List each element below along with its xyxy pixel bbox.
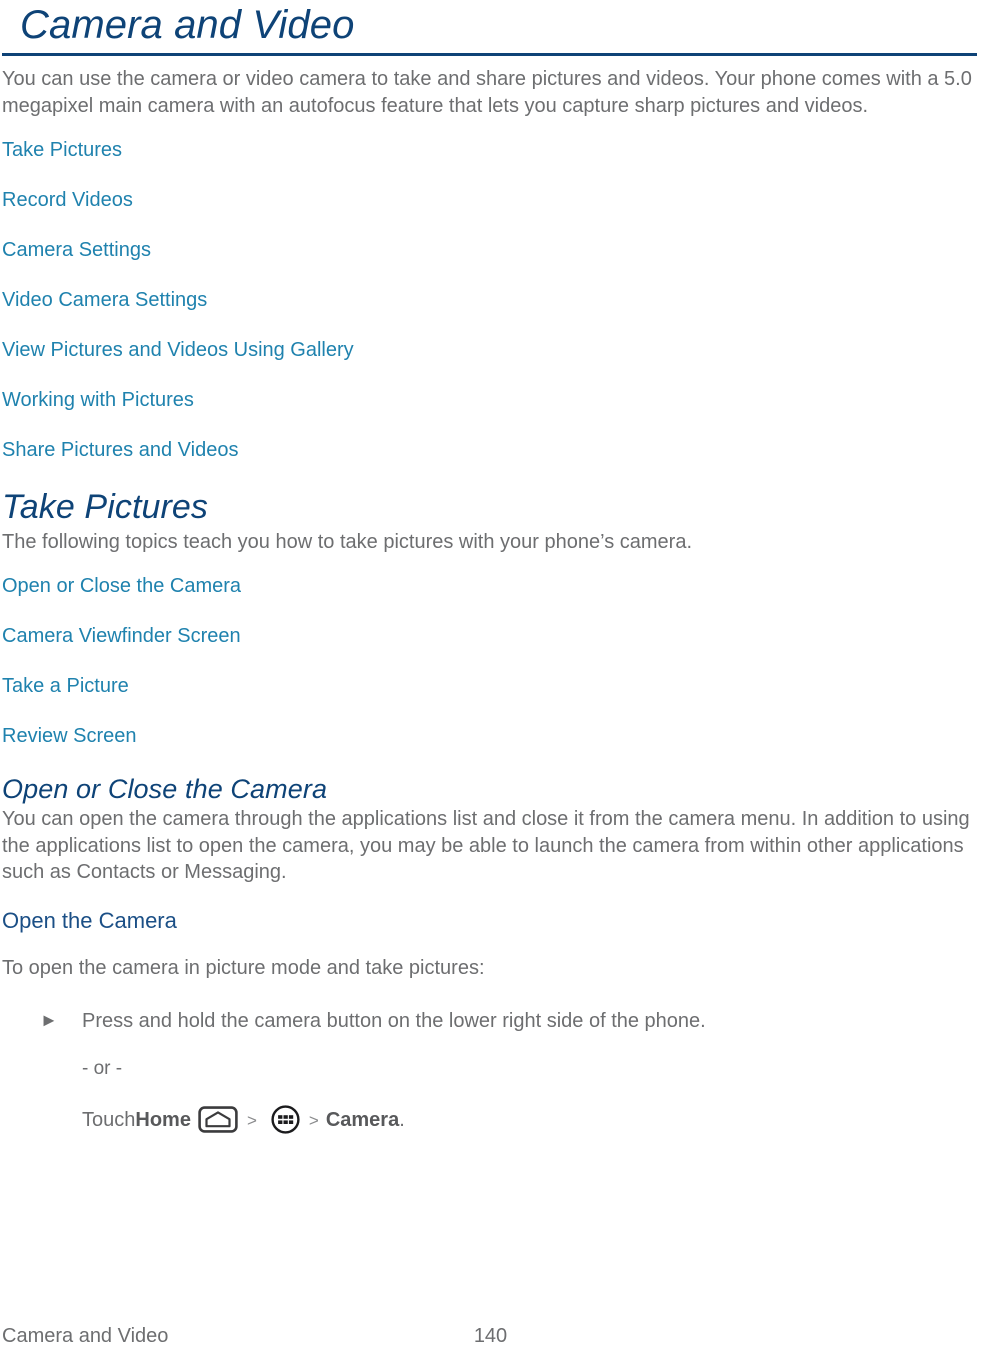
touch-instruction-line: Touch Home > > Camera . [82, 1105, 977, 1135]
breadcrumb-separator-2: > [308, 1110, 319, 1130]
step-arrow-icon: ► [40, 1009, 58, 1030]
open-or-close-paragraph: You can open the camera through the appl… [2, 808, 970, 884]
step-text: Press and hold the camera button on the … [82, 1009, 706, 1032]
xref-camera-viewfinder-screen[interactable]: Camera Viewfinder Screen [2, 611, 977, 661]
xref-open-or-close-the-camera[interactable]: Open or Close the Camera [2, 561, 977, 611]
title-rule [2, 53, 977, 57]
xref-view-pictures-videos-gallery[interactable]: View Pictures and Videos Using Gallery [2, 325, 977, 375]
topic-link-list: Take Pictures Record Videos Camera Setti… [2, 125, 977, 475]
open-camera-lead-in: To open the camera in picture mode and t… [2, 957, 485, 980]
xref-share-pictures-videos[interactable]: Share Pictures and Videos [2, 425, 977, 475]
alternative-separator: - or - [82, 1057, 123, 1079]
home-key-icon [198, 1106, 238, 1134]
xref-review-screen[interactable]: Review Screen [2, 711, 977, 761]
xref-video-camera-settings[interactable]: Video Camera Settings [2, 275, 977, 325]
take-pictures-link-list: Open or Close the Camera Camera Viewfind… [2, 561, 977, 761]
xref-camera-settings[interactable]: Camera Settings [2, 225, 977, 275]
intro-paragraph: You can use the camera or video camera t… [2, 68, 972, 117]
take-pictures-intro: The following topics teach you how to ta… [2, 530, 692, 553]
breadcrumb-separator-1: > [246, 1110, 257, 1130]
section-heading-open-or-close-camera: Open or Close the Camera [2, 774, 328, 805]
touch-suffix: . [399, 1108, 405, 1131]
section-heading-take-pictures: Take Pictures [2, 488, 209, 527]
xref-take-a-picture[interactable]: Take a Picture [2, 661, 977, 711]
subheading-open-the-camera: Open the Camera [2, 907, 177, 933]
xref-working-with-pictures[interactable]: Working with Pictures [2, 375, 977, 425]
footer-page-number: 140 [473, 1325, 508, 1347]
apps-grid-icon [271, 1105, 300, 1135]
camera-target-label: Camera [325, 1108, 400, 1131]
xref-record-videos[interactable]: Record Videos [2, 175, 977, 225]
xref-take-pictures[interactable]: Take Pictures [2, 125, 977, 175]
document-page: Camera and Video You can use the camera … [0, 0, 981, 1356]
touch-prefix: Touch [82, 1108, 136, 1131]
home-key-label: Home [135, 1108, 191, 1131]
page-title: Camera and Video [20, 3, 355, 47]
step-item-press-hold-camera-button: ► Press and hold the camera button on th… [2, 1008, 977, 1035]
page-footer: Camera and Video 140 [0, 1318, 981, 1348]
